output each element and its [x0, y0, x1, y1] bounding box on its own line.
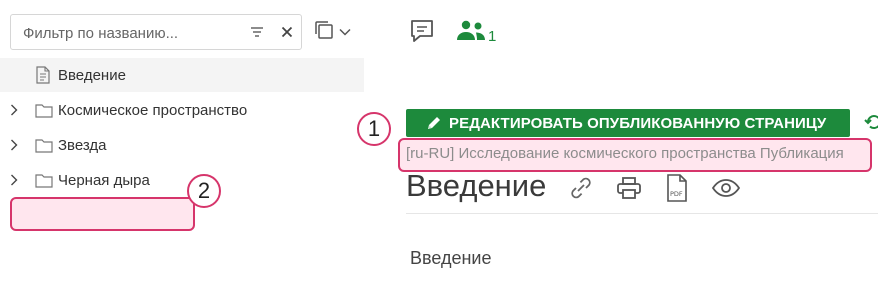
- tree-item-space[interactable]: Космическое пространство: [0, 93, 364, 127]
- tree-item-label: Космическое пространство: [58, 101, 248, 119]
- page-title: Введение: [406, 168, 547, 203]
- folder-icon: [35, 136, 53, 154]
- tree-item-star[interactable]: Звезда: [0, 128, 364, 162]
- comment-icon: [408, 17, 436, 50]
- svg-text:PDF: PDF: [670, 190, 683, 198]
- edit-published-page-button[interactable]: РЕДАКТИРОВАТЬ ОПУБЛИКОВАННУЮ СТРАНИЦУ: [406, 109, 850, 137]
- clear-icon[interactable]: [278, 23, 296, 41]
- highlight-empty-tree-slot: [10, 197, 195, 231]
- tree-item-label: Черная дыра: [58, 171, 150, 189]
- filter-input[interactable]: [21, 22, 245, 44]
- tree-item-intro[interactable]: Введение: [0, 58, 364, 92]
- eye-icon[interactable]: [710, 173, 742, 203]
- pencil-icon: [426, 115, 442, 131]
- edit-button-label: РЕДАКТИРОВАТЬ ОПУБЛИКОВАННУЮ СТРАНИЦУ: [449, 114, 827, 132]
- breadcrumb: [ru-RU] Исследование космического простр…: [406, 145, 844, 162]
- contributors-count: 1: [488, 27, 497, 45]
- contributors-button[interactable]: 1: [455, 18, 496, 48]
- document-icon: [35, 66, 53, 84]
- filter-box: [10, 14, 302, 50]
- filter-lines-icon[interactable]: [248, 23, 266, 41]
- tree-item-label: Введение: [58, 66, 126, 84]
- title-divider: [406, 213, 878, 214]
- tree-item-black-hole[interactable]: Черная дыра: [0, 163, 364, 197]
- link-icon[interactable]: [565, 173, 597, 203]
- callout-badge-2: 2: [187, 174, 221, 208]
- people-icon: [455, 18, 487, 49]
- chevron-down-icon: [339, 23, 351, 41]
- pdf-icon[interactable]: PDF: [661, 173, 693, 203]
- folder-icon: [35, 101, 53, 119]
- history-icon[interactable]: [864, 112, 878, 132]
- copy-pages-button[interactable]: [313, 20, 357, 44]
- chevron-right-icon[interactable]: [8, 138, 20, 152]
- copy-pages-icon: [313, 19, 335, 46]
- comments-button[interactable]: [408, 18, 436, 48]
- tree-item-label: Звезда: [58, 136, 107, 154]
- callout-badge-1: 1: [357, 112, 391, 146]
- print-icon[interactable]: [613, 173, 645, 203]
- chevron-right-icon[interactable]: [8, 173, 20, 187]
- folder-icon: [35, 171, 53, 189]
- chevron-right-icon[interactable]: [8, 103, 20, 117]
- page-content: Введение: [410, 248, 492, 268]
